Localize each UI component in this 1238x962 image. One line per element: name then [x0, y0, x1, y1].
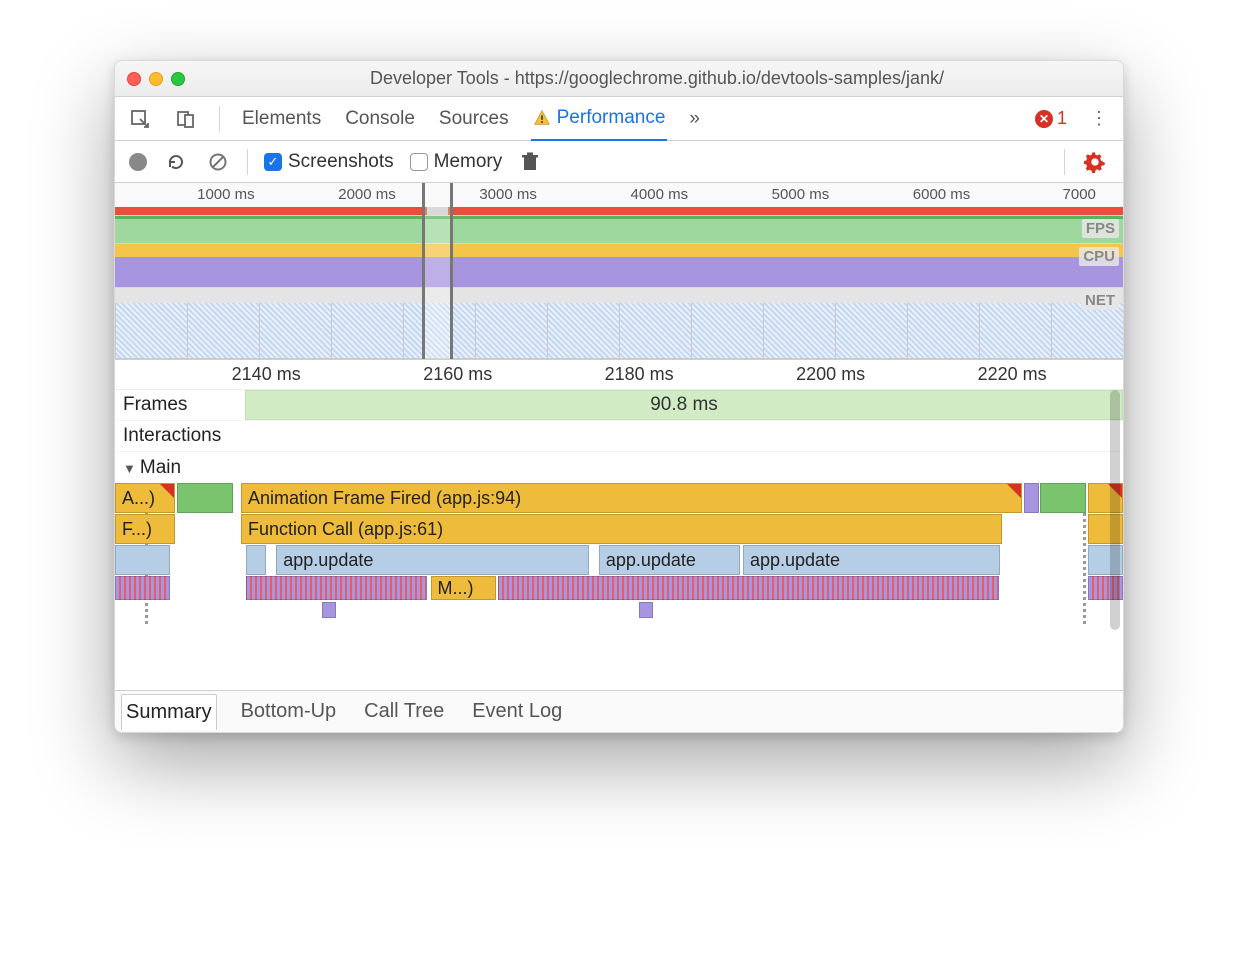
screenshots-checkbox[interactable]: ✓ Screenshots [264, 151, 394, 173]
flame-seg-paint[interactable] [1040, 483, 1085, 513]
error-badge[interactable]: ✕ 1 [1035, 108, 1067, 129]
checkbox-checked-icon: ✓ [264, 153, 282, 171]
clear-icon[interactable] [205, 149, 231, 175]
device-toggle-icon[interactable] [173, 106, 199, 132]
maximize-icon[interactable] [171, 72, 185, 86]
tick: 1000 ms [197, 186, 255, 203]
interactions-label: Interactions [115, 425, 245, 447]
cpu-label: CPU [1079, 247, 1119, 266]
flame-ruler: 2140 ms 2160 ms 2180 ms 2200 ms 2220 ms [115, 360, 1123, 390]
main-tabbar: Elements Console Sources Performance » ✕… [115, 97, 1123, 141]
tick: 2140 ms [232, 364, 301, 385]
inspect-icon[interactable] [127, 106, 153, 132]
error-count: 1 [1057, 108, 1067, 129]
overview-selection[interactable] [422, 183, 452, 359]
interactions-row: Interactions [115, 421, 1123, 452]
window-controls [127, 72, 185, 86]
trash-icon[interactable] [518, 149, 542, 175]
titlebar: Developer Tools - https://googlechrome.g… [115, 61, 1123, 97]
tab-performance[interactable]: Performance [531, 97, 668, 141]
flame-seg[interactable]: Function Call (app.js:61) [241, 514, 1002, 544]
flame-seg[interactable]: app.update [599, 545, 740, 575]
overview-cpu-lane: CPU [115, 243, 1123, 287]
record-button[interactable] [129, 153, 147, 171]
tab-summary[interactable]: Summary [121, 694, 217, 730]
tab-call-tree[interactable]: Call Tree [360, 694, 448, 729]
tick: 4000 ms [631, 186, 689, 203]
flame-seg[interactable] [639, 602, 653, 618]
error-icon: ✕ [1035, 110, 1053, 128]
flame-seg-paint[interactable] [177, 483, 232, 513]
screenshots-label: Screenshots [288, 151, 394, 173]
flame-seg[interactable] [322, 602, 336, 618]
reload-icon[interactable] [163, 149, 189, 175]
flame-seg[interactable]: F...) [115, 514, 175, 544]
details-tabs: Summary Bottom-Up Call Tree Event Log [115, 690, 1123, 732]
tab-event-log[interactable]: Event Log [468, 694, 566, 729]
flame-seg[interactable]: Animation Frame Fired (app.js:94) [241, 483, 1022, 513]
flame-seg[interactable]: app.update [276, 545, 588, 575]
overview-net-lane: NET [115, 287, 1123, 303]
checkbox-icon [410, 153, 428, 171]
tab-bottom-up[interactable]: Bottom-Up [237, 694, 341, 729]
frame-duration[interactable]: 90.8 ms [245, 390, 1123, 420]
overview-ruler: 1000 ms 2000 ms 3000 ms 4000 ms 5000 ms … [115, 183, 1123, 207]
flame-seg[interactable] [498, 576, 999, 600]
tick: 3000 ms [479, 186, 537, 203]
tab-more[interactable]: » [687, 98, 702, 140]
flame-seg[interactable]: app.update [743, 545, 1000, 575]
flame-seg[interactable]: M...) [431, 576, 497, 600]
tick: 2000 ms [338, 186, 396, 203]
kebab-menu-icon[interactable]: ⋮ [1087, 105, 1111, 132]
tab-elements[interactable]: Elements [240, 98, 323, 140]
close-icon[interactable] [127, 72, 141, 86]
tab-console[interactable]: Console [343, 98, 417, 140]
tick: 2180 ms [605, 364, 674, 385]
main-label: Main [140, 457, 181, 478]
net-label: NET [1081, 291, 1119, 310]
memory-checkbox[interactable]: Memory [410, 151, 503, 173]
fps-label: FPS [1082, 219, 1119, 238]
flame-seg[interactable] [115, 545, 170, 575]
tick: 2160 ms [423, 364, 492, 385]
devtools-window: Developer Tools - https://googlechrome.g… [114, 60, 1124, 733]
overview-panel[interactable]: 1000 ms 2000 ms 3000 ms 4000 ms 5000 ms … [115, 183, 1123, 360]
separator [219, 106, 220, 132]
flame-seg[interactable] [246, 545, 266, 575]
overview-frames-bar [115, 207, 1123, 215]
tick: 2200 ms [796, 364, 865, 385]
tab-performance-label: Performance [557, 107, 666, 129]
tick: 6000 ms [913, 186, 971, 203]
flame-seg-layout[interactable] [1024, 483, 1039, 513]
separator [247, 149, 248, 175]
separator [1064, 149, 1065, 175]
flame-panel[interactable]: 2140 ms 2160 ms 2180 ms 2200 ms 2220 ms … [115, 360, 1123, 690]
flame-seg[interactable] [115, 576, 170, 600]
frames-label: Frames [115, 394, 245, 416]
minimize-icon[interactable] [149, 72, 163, 86]
screenshot-strip [115, 303, 1123, 359]
tick: 5000 ms [772, 186, 830, 203]
chevron-down-icon: ▼ [123, 461, 136, 476]
warning-icon [533, 109, 551, 127]
scrollbar[interactable] [1110, 390, 1120, 630]
window-title: Developer Tools - https://googlechrome.g… [203, 68, 1111, 89]
settings-gear-icon[interactable] [1081, 148, 1109, 176]
flame-seg[interactable] [246, 576, 427, 600]
flame-seg[interactable]: A...) [115, 483, 175, 513]
overview-fps-lane: FPS [115, 215, 1123, 243]
tab-sources[interactable]: Sources [437, 98, 511, 140]
main-thread-tracks: A...) Animation Frame Fired (app.js:94) … [115, 483, 1123, 624]
tick: 2220 ms [978, 364, 1047, 385]
frames-row: Frames 90.8 ms [115, 390, 1123, 421]
main-row-header[interactable]: ▼ Main [115, 452, 1123, 483]
perf-toolbar: ✓ Screenshots Memory [115, 141, 1123, 183]
memory-label: Memory [434, 151, 503, 173]
